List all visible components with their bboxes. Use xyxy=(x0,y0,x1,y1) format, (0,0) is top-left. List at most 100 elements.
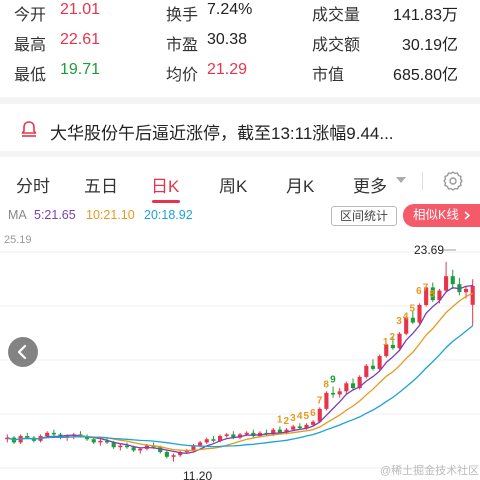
ma-label: MA xyxy=(8,208,27,222)
bell-icon xyxy=(20,120,38,138)
avg-price-value: 21.29 xyxy=(207,61,248,78)
chevron-down-icon[interactable] xyxy=(396,177,406,183)
low-label: 最低 xyxy=(14,67,47,84)
candle-body xyxy=(138,448,143,451)
stats-row-3: 最低 19.71 均价 21.29 市值 685.80亿 xyxy=(0,60,480,88)
stock-stats-panel: 今开 21.01 换手 7.24% 成交量 141.83万 最高 22.61 市… xyxy=(0,0,480,92)
ma10-value: 10:21.10 xyxy=(86,208,135,222)
candle-body xyxy=(45,432,50,437)
pe-label: 市盈 xyxy=(166,37,199,54)
sequence-marker: 7 xyxy=(317,395,323,406)
sequence-marker: 6 xyxy=(310,408,316,419)
amount-value: 30.19亿 xyxy=(401,37,458,54)
candle-body xyxy=(397,333,402,349)
candle-body xyxy=(324,392,329,409)
sequence-marker: 4 xyxy=(297,411,303,422)
tab-more[interactable]: 更多 xyxy=(353,172,387,197)
market-cap-value: 685.80亿 xyxy=(393,67,458,84)
candle-body xyxy=(291,426,296,430)
candle-body xyxy=(51,432,56,435)
sequence-marker: 4 xyxy=(403,311,409,322)
candle-body xyxy=(463,288,469,293)
candle-body xyxy=(91,439,96,443)
candles-layer xyxy=(5,261,475,462)
volume-label: 成交量 xyxy=(312,7,361,24)
tab-daily-k[interactable]: 日K xyxy=(151,172,179,197)
low-value: 19.71 xyxy=(60,61,101,78)
turnover-value: 7.24% xyxy=(207,1,253,18)
tab-monthly-k[interactable]: 月K xyxy=(286,172,314,197)
interval-stats-button[interactable]: 区间统计 xyxy=(331,206,397,226)
tab-five-day[interactable]: 五日 xyxy=(84,172,118,197)
volume-value: 141.83万 xyxy=(393,7,458,24)
candle-body xyxy=(337,391,342,395)
tab-weekly-k[interactable]: 周K xyxy=(219,172,247,197)
candle-body xyxy=(131,447,136,451)
open-label: 今开 xyxy=(14,7,47,24)
stats-row-2: 最高 22.61 市盈 30.38 成交额 30.19亿 xyxy=(0,30,480,58)
candle-body xyxy=(390,344,395,349)
candlestick-chart[interactable]: 1 2 3 4 5 678 91 23 456 78 25.19 23.69 11.20 xyxy=(0,228,480,480)
candle-body xyxy=(350,383,356,389)
candle-body xyxy=(331,392,336,395)
sequence-marker: 5 xyxy=(409,303,415,314)
chevron-right-icon xyxy=(464,211,471,220)
sequence-marker: 9 xyxy=(330,374,336,385)
y-max-tick-label: 25.19 xyxy=(4,234,32,246)
section-divider xyxy=(0,151,480,157)
candle-body xyxy=(297,426,302,429)
sequence-marker: 2 xyxy=(390,332,396,343)
candle-body xyxy=(211,439,216,441)
open-value: 21.01 xyxy=(60,1,101,18)
ma5-value: 5:21.65 xyxy=(34,208,76,222)
turnover-label: 换手 xyxy=(166,7,199,24)
candle-body xyxy=(344,383,349,392)
candle-body xyxy=(164,452,169,457)
back-button[interactable] xyxy=(8,337,38,367)
tab-divider xyxy=(422,172,423,190)
candle-body xyxy=(204,439,209,443)
chart-period-tabs: 分时 五日 日K 周K 月K 更多 xyxy=(0,162,480,204)
section-divider xyxy=(0,97,480,104)
sequence-markers-layer: 1 2 3 4 5 678 91 23 456 78 xyxy=(277,283,436,427)
candle-body xyxy=(124,445,130,448)
sequence-marker: 3 xyxy=(396,316,402,327)
active-tab-indicator xyxy=(152,200,180,203)
stats-row-1: 今开 21.01 换手 7.24% 成交量 141.83万 xyxy=(0,0,480,28)
gear-icon[interactable] xyxy=(442,170,464,192)
sequence-marker: 8 xyxy=(429,289,435,300)
sequence-marker: 8 xyxy=(323,379,329,390)
amount-label: 成交额 xyxy=(312,37,361,54)
sequence-marker: 6 xyxy=(416,286,422,297)
ma20-line xyxy=(7,325,474,448)
candle-body xyxy=(98,440,103,443)
candle-body xyxy=(244,432,249,435)
candle-body xyxy=(311,421,316,425)
sequence-marker: 7 xyxy=(423,283,429,294)
candle-body xyxy=(171,455,176,457)
sequence-marker: 2 xyxy=(284,416,290,427)
candle-body xyxy=(377,356,382,369)
candle-body xyxy=(25,436,30,438)
high-label: 最高 xyxy=(14,37,47,54)
watermark: @稀土掘金技术社区 xyxy=(380,465,480,477)
candle-body xyxy=(444,276,449,291)
news-bar[interactable]: 大华股份午后逼近涨停，截至13:11涨幅9.44... xyxy=(0,110,480,150)
high-value: 22.61 xyxy=(60,31,101,48)
candle-body xyxy=(370,365,376,369)
chevron-left-icon xyxy=(17,344,27,360)
sequence-marker: 3 xyxy=(290,413,296,424)
pe-value: 30.38 xyxy=(207,31,248,48)
tab-intraday[interactable]: 分时 xyxy=(16,172,50,197)
candle-body xyxy=(118,445,123,448)
high-price-annotation: 23.69 xyxy=(414,243,444,257)
candle-body xyxy=(410,317,415,323)
news-headline[interactable]: 大华股份午后逼近涨停，截至13:11涨幅9.44... xyxy=(50,119,394,144)
low-price-annotation: 11.20 xyxy=(183,469,212,480)
ma20-value: 20:18.92 xyxy=(144,208,193,222)
sequence-marker: 1 xyxy=(383,337,389,348)
candle-body xyxy=(470,285,475,305)
candle-body xyxy=(364,365,369,377)
avg-price-label: 均价 xyxy=(166,67,199,84)
candle-body xyxy=(450,276,455,285)
